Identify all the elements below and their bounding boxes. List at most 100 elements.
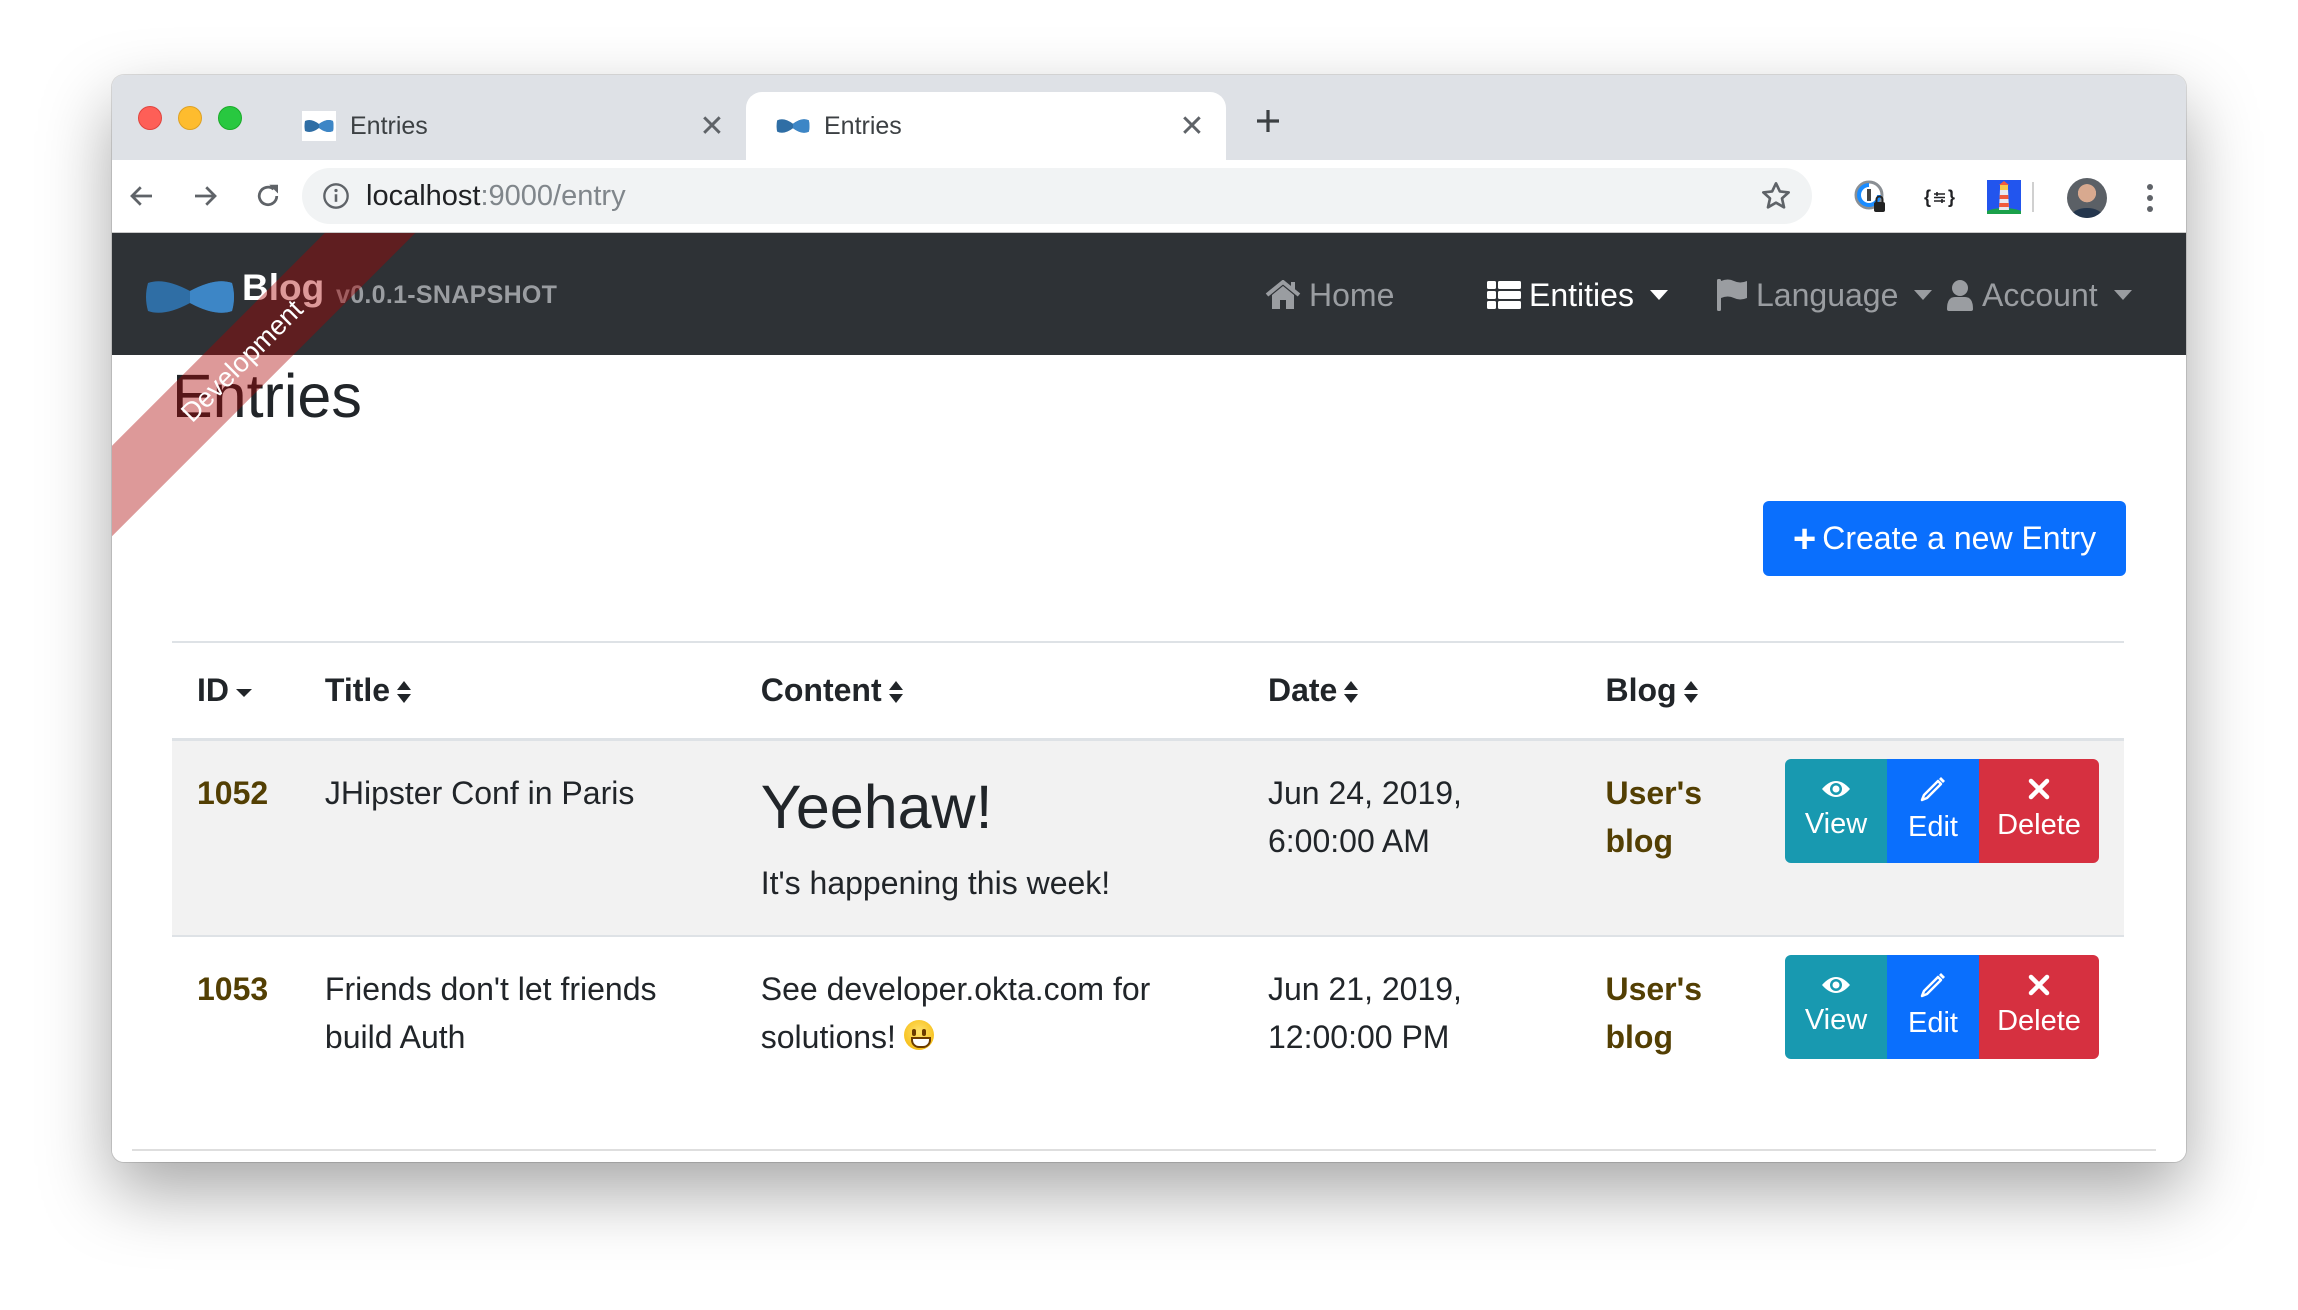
json-formatter-extension[interactable]: {}: [1920, 177, 1960, 217]
nav-language[interactable]: Language: [1716, 273, 1933, 317]
content-heading: Yeehaw!: [760, 772, 993, 841]
profile-avatar[interactable]: [2067, 178, 2107, 218]
close-tab-icon[interactable]: ✕: [1172, 106, 1212, 146]
lighthouse-icon: [1987, 180, 2021, 214]
browser-tab[interactable]: Entries ✕: [272, 92, 746, 160]
edit-label: Edit: [1908, 1007, 1958, 1040]
column-header-blog[interactable]: Blog: [1580, 642, 1760, 741]
bookmark-star-icon[interactable]: [1760, 180, 1792, 212]
eye-icon: [1822, 977, 1850, 994]
cell-date: Jun 24, 2019, 6:00:00 AM: [1242, 739, 1581, 936]
address-bar[interactable]: localhost:9000/entry: [302, 168, 1812, 224]
cell-title: JHipster Conf in Paris: [299, 739, 736, 936]
create-entry-button[interactable]: + Create a new Entry: [1763, 501, 2126, 576]
blog-link-line: blog: [1605, 1018, 1673, 1055]
close-window-button[interactable]: [138, 106, 162, 130]
column-label: Title: [324, 671, 391, 708]
plus-icon: [1257, 110, 1279, 132]
page-title: Entries: [172, 362, 362, 430]
blog-link[interactable]: User's blog: [1605, 769, 1735, 865]
reload-button[interactable]: [246, 174, 290, 218]
blog-link-line: blog: [1605, 822, 1673, 859]
nav-home-label: Home: [1309, 276, 1395, 313]
cell-blog: User's blog: [1580, 936, 1760, 1089]
delete-label: Delete: [1997, 1005, 2081, 1038]
pencil-icon: [1920, 777, 1945, 802]
view-button[interactable]: View: [1785, 954, 1887, 1059]
caret-down-icon: [1649, 290, 1668, 300]
content-text: See developer.okta.com for solutions!: [760, 970, 1151, 1055]
sort-icon: [888, 681, 903, 704]
column-header-date[interactable]: Date: [1242, 642, 1581, 741]
svg-text:}: }: [1948, 187, 1955, 207]
bowtie-favicon-icon: [776, 116, 810, 136]
close-tab-icon[interactable]: ✕: [692, 106, 732, 146]
entry-id-link[interactable]: 1052: [197, 775, 268, 811]
app-navbar: Blog v0.0.1-SNAPSHOT Home Entities Langu…: [112, 233, 2186, 355]
cell-date: Jun 21, 2019, 12:00:00 PM: [1243, 936, 1580, 1089]
column-label: Blog: [1605, 671, 1677, 708]
tab-title: Entries: [824, 111, 902, 140]
1password-extension[interactable]: [1851, 177, 1891, 217]
cell-content: Yeehaw! It's happening this week!: [735, 739, 1243, 936]
delete-button[interactable]: Delete: [1979, 758, 2099, 863]
smiley-emoji-icon: [903, 1019, 934, 1050]
nav-account-label: Account: [1982, 276, 2098, 313]
browser-menu-button[interactable]: [2140, 178, 2160, 218]
web-page: Blog v0.0.1-SNAPSHOT Home Entities Langu…: [112, 233, 2186, 1162]
blog-link[interactable]: User's blog: [1605, 965, 1735, 1061]
new-tab-button[interactable]: [1248, 101, 1288, 141]
browser-window: Entries ✕ Entries ✕ localhost:9000/entry: [112, 75, 2186, 1162]
lighthouse-extension[interactable]: [1984, 177, 2024, 217]
edit-label: Edit: [1908, 811, 1958, 844]
view-label: View: [1804, 1004, 1868, 1037]
nav-home[interactable]: Home: [1265, 273, 1394, 317]
delete-button[interactable]: Delete: [1979, 954, 2099, 1059]
plus-icon: +: [1792, 516, 1817, 561]
tab-title: Entries: [350, 111, 428, 140]
maximize-window-button[interactable]: [218, 106, 242, 130]
column-header-id[interactable]: ID: [172, 642, 300, 741]
forward-button[interactable]: [183, 174, 227, 218]
cell-id: 1052: [172, 739, 300, 936]
svg-text:{: {: [1924, 187, 1931, 207]
arrow-left-icon: [130, 186, 152, 206]
view-label: View: [1804, 808, 1868, 841]
nav-account[interactable]: Account: [1946, 273, 2132, 317]
edit-button[interactable]: Edit: [1887, 758, 1979, 863]
back-button[interactable]: [120, 174, 164, 218]
times-icon: [2028, 778, 2050, 800]
home-icon: [1265, 280, 1301, 309]
browser-toolbar: localhost:9000/entry {}: [112, 160, 2186, 233]
bowtie-logo-icon[interactable]: [144, 275, 236, 319]
time-text: 12:00:00 PM: [1267, 1018, 1450, 1055]
bowtie-favicon-icon: [302, 111, 336, 141]
info-icon[interactable]: [322, 182, 350, 210]
column-header-title[interactable]: Title: [299, 642, 736, 741]
column-label: Date: [1267, 671, 1338, 708]
view-button[interactable]: View: [1785, 758, 1887, 863]
browser-tab-active[interactable]: Entries ✕: [746, 92, 1226, 160]
minimize-window-button[interactable]: [178, 106, 202, 130]
url-text: localhost:9000/entry: [366, 180, 626, 213]
sort-icon: [397, 681, 412, 704]
sort-icon: [1683, 681, 1698, 704]
delete-label: Delete: [1997, 809, 2081, 842]
cell-title: Friends don't let friends build Auth: [324, 970, 657, 1055]
blog-link-line: User's: [1605, 970, 1703, 1007]
flag-icon: [1717, 279, 1747, 311]
column-header-content[interactable]: Content: [735, 642, 1243, 741]
entries-table: ID Title Content Date Blog 1052 JHipster…: [172, 641, 2124, 1089]
toolbar-separator: [2032, 182, 2034, 212]
edit-button[interactable]: Edit: [1887, 954, 1979, 1059]
1password-icon: [1854, 180, 1885, 212]
nav-entities[interactable]: Entities: [1487, 273, 1668, 317]
caret-down-icon: [1914, 290, 1933, 300]
cell-actions: View Edit Delete: [1760, 936, 2124, 1089]
brand-version: v0.0.1-SNAPSHOT: [336, 281, 558, 309]
brand-title[interactable]: Blog: [242, 267, 324, 309]
caret-down-icon: [2113, 290, 2132, 300]
footer-divider: [132, 1149, 2156, 1151]
reload-icon: [257, 184, 279, 207]
entry-id-link[interactable]: 1053: [197, 971, 268, 1007]
